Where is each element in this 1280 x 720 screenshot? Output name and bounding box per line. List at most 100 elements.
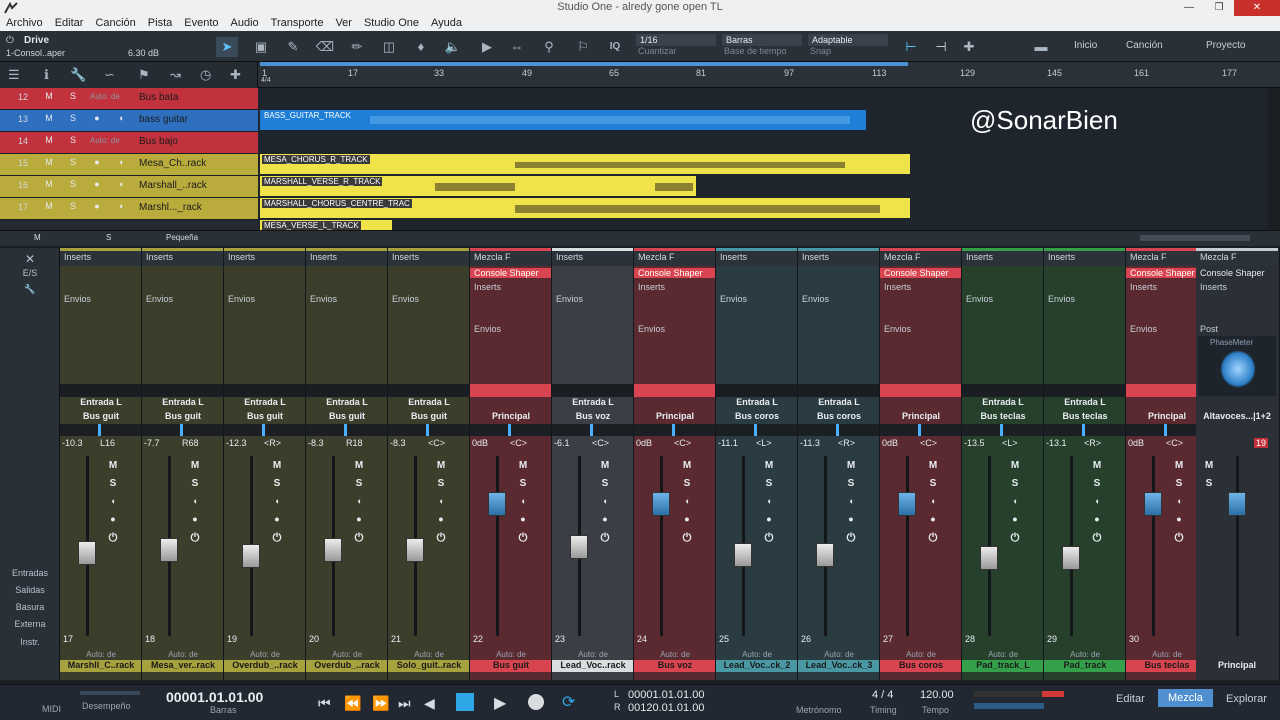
instr-button[interactable]: Instr. <box>0 637 60 647</box>
channel-mute-button[interactable]: M <box>762 460 776 474</box>
inserts-slot[interactable]: Inserts <box>962 251 1043 266</box>
console-shaper-slot[interactable]: Console Shaper <box>634 268 715 278</box>
record-arm-icon[interactable]: ● <box>926 514 940 528</box>
horizontal-zoom-slider[interactable] <box>1140 235 1250 241</box>
menu-studio-one[interactable]: Studio One <box>358 16 425 31</box>
audio-clip[interactable]: MESA_VERSE_L_TRACK <box>260 220 392 230</box>
volume-readout[interactable]: -11.3 <box>800 438 820 448</box>
automation-label[interactable]: Auto: de <box>306 650 387 659</box>
channel-solo-button[interactable]: S <box>516 478 530 492</box>
track-solo-button[interactable]: S <box>66 113 80 123</box>
channel-input[interactable]: Entrada L <box>224 397 305 411</box>
slip-tool-icon[interactable]: ⇔ <box>506 37 528 57</box>
monitor-icon[interactable]: ◖ <box>844 496 858 510</box>
power-icon[interactable]: ⏻ <box>762 532 776 546</box>
inserts-label[interactable]: Inserts <box>634 282 715 292</box>
loop-range-bar[interactable] <box>260 62 908 66</box>
curve-icon[interactable]: ↝ <box>170 67 181 83</box>
mute-tool-icon[interactable]: 🔈 <box>442 37 464 57</box>
channel-mute-button[interactable]: M <box>434 460 448 474</box>
channel-solo-button[interactable]: S <box>1172 478 1186 492</box>
menu-archivo[interactable]: Archivo <box>0 16 49 31</box>
monitor-icon[interactable]: ◖ <box>114 179 128 189</box>
channel-solo-button[interactable]: S <box>1008 478 1022 492</box>
nav-cancion[interactable]: Canción <box>1126 40 1163 51</box>
channel-solo-button[interactable]: S <box>598 478 612 492</box>
externa-button[interactable]: Externa <box>0 619 60 629</box>
automation-label[interactable]: Auto: de <box>470 650 551 659</box>
audio-clip[interactable]: MARSHALL_CHORUS_CENTRE_TRAC <box>260 198 910 218</box>
track-row[interactable]: 13 M S bass guitar ● ◖ <box>0 110 258 132</box>
monitor-icon[interactable]: ◖ <box>434 496 448 510</box>
preset-display[interactable]: ⏻ Drive 1-Consol..aper 6.30 dB <box>4 34 178 60</box>
channel-fader[interactable] <box>324 538 342 563</box>
monitor-icon[interactable]: ◖ <box>114 201 128 211</box>
channel-fader[interactable] <box>980 546 998 571</box>
channel-output[interactable]: Bus teclas <box>1044 411 1125 424</box>
channel-mute-button[interactable]: M <box>516 460 530 474</box>
maximize-button[interactable]: ❐ <box>1204 0 1234 16</box>
channel-mute-button[interactable]: M <box>598 460 612 474</box>
console-shaper-slot[interactable]: Console Shaper <box>470 268 551 278</box>
inserts-slot[interactable]: Inserts <box>60 251 141 266</box>
channel-input[interactable]: Entrada L <box>60 397 141 411</box>
list-icon[interactable]: ☰ <box>8 67 20 83</box>
monitor-icon[interactable]: ◖ <box>1172 496 1186 510</box>
channel-input[interactable]: Entrada L <box>306 397 387 411</box>
channel-output[interactable]: Bus guit <box>224 411 305 424</box>
channel-name[interactable]: Bus coros <box>880 660 961 672</box>
channel-solo-button[interactable]: S <box>352 478 366 492</box>
automation-label[interactable]: Auto: de <box>1044 650 1125 659</box>
volume-readout[interactable]: -7.7 <box>144 438 160 448</box>
pan-readout[interactable]: <C> <box>1166 438 1183 448</box>
channel-mute-button[interactable]: M <box>1090 460 1104 474</box>
end-icon[interactable]: ⏭ <box>398 695 411 712</box>
menu-cancion[interactable]: Canción <box>89 16 141 31</box>
channel-mute-button[interactable]: M <box>926 460 940 474</box>
power-icon[interactable]: ⏻ <box>352 532 366 546</box>
sends-label[interactable]: Envios <box>798 294 879 304</box>
record-arm-icon[interactable]: ● <box>90 179 104 189</box>
info-icon[interactable]: ℹ <box>44 67 49 83</box>
volume-readout[interactable]: -11.1 <box>718 438 738 448</box>
arrow-tool-icon[interactable]: ➤ <box>216 37 238 57</box>
channel-name[interactable]: Solo_guit..rack <box>388 660 469 672</box>
track-mute-button[interactable]: M <box>42 179 56 189</box>
inserts-slot[interactable]: Inserts <box>224 251 305 266</box>
close-button[interactable]: ✕ <box>1234 0 1280 16</box>
channel-mute-button[interactable]: M <box>1172 460 1186 474</box>
channel-fader[interactable] <box>1144 492 1162 516</box>
channel-mute-button[interactable]: M <box>680 460 694 474</box>
track-mute-button[interactable]: M <box>42 91 56 101</box>
volume-readout[interactable]: -10.3 <box>62 438 83 448</box>
channel-name[interactable]: Pad_track_L <box>962 660 1043 672</box>
nav-mezcla[interactable]: Mezcla <box>1158 689 1213 707</box>
pan-control[interactable] <box>798 424 879 436</box>
record-button[interactable] <box>528 694 544 710</box>
record-arm-icon[interactable]: ● <box>90 157 104 167</box>
pan-readout[interactable]: <C> <box>592 438 609 448</box>
channel-name[interactable]: Bus guit <box>470 660 551 672</box>
snap-left-icon[interactable]: ⊢ <box>900 37 922 57</box>
power-icon[interactable]: ⏻ <box>188 532 202 546</box>
monitor-icon[interactable]: ◖ <box>352 496 366 510</box>
record-arm-icon[interactable]: ● <box>844 514 858 528</box>
channel-mute-button[interactable]: M <box>188 460 202 474</box>
audio-clip[interactable]: MARSHALL_VERSE_R_TRACK <box>260 176 696 196</box>
sends-label[interactable]: Envios <box>880 324 961 334</box>
sends-label[interactable]: Envios <box>962 294 1043 304</box>
channel-name[interactable]: Marshll_C..rack <box>60 660 141 672</box>
sends-label[interactable]: Envios <box>470 324 551 334</box>
channel-output[interactable]: Bus guit <box>306 411 387 424</box>
inserts-slot[interactable]: Mezcla F <box>470 251 551 266</box>
channel-output[interactable]: Principal <box>634 411 715 424</box>
sends-label[interactable]: Envios <box>306 294 387 304</box>
channel-solo-button[interactable]: S <box>926 478 940 492</box>
pan-readout[interactable]: <C> <box>428 438 445 448</box>
channel-solo-button[interactable]: S <box>434 478 448 492</box>
record-arm-icon[interactable]: ● <box>106 514 120 528</box>
channel-solo-button[interactable]: S <box>844 478 858 492</box>
track-size-select[interactable]: Pequeña <box>166 233 198 242</box>
automation-icon[interactable]: ∽ <box>104 67 115 83</box>
pan-readout[interactable]: <R> <box>838 438 855 448</box>
